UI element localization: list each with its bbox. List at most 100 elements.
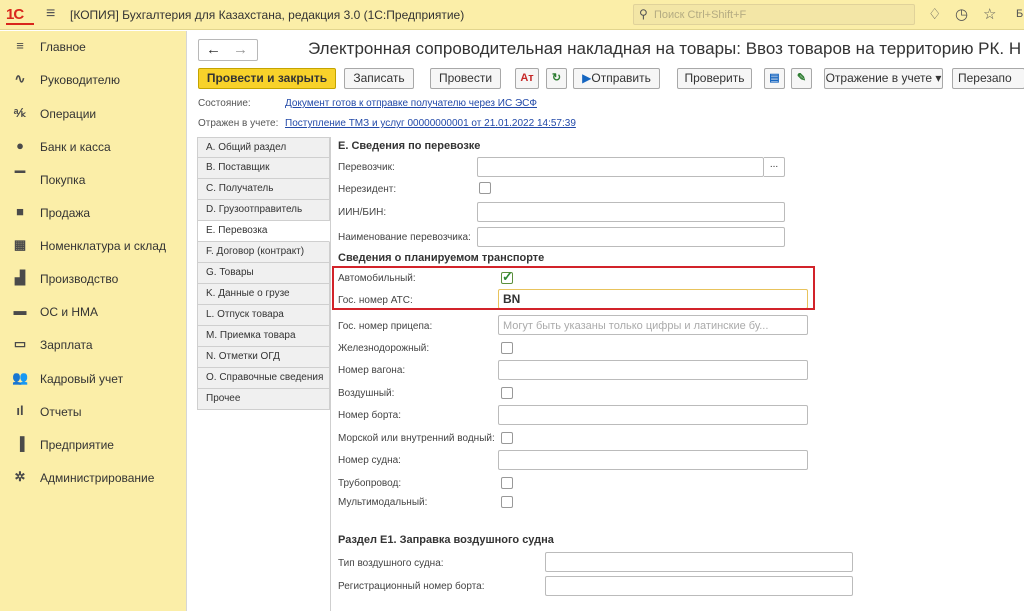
main-menu-icon[interactable]: ≡	[46, 5, 55, 23]
tab-other[interactable]: Прочее	[197, 389, 330, 410]
edit-pencil-icon[interactable]: ✎	[791, 68, 812, 89]
accounting-dropdown-button[interactable]: Отражение в учете ▾	[824, 68, 943, 89]
factory-icon: ▟	[15, 270, 25, 285]
sidebar-item-label: ОС и НМА	[40, 305, 99, 319]
board-field[interactable]	[498, 405, 808, 425]
reflected-link[interactable]: Поступление ТМЗ и услуг 00000000001 от 2…	[285, 118, 576, 129]
sidebar-item-operations[interactable]: ᵃ⁄ₖ Операции	[0, 102, 186, 126]
sidebar-item-reports[interactable]: ıl Отчеты	[0, 400, 186, 424]
search-input[interactable]	[654, 7, 909, 22]
sidebar-item-director[interactable]: ∿ Руководителю	[0, 68, 186, 92]
sidebar-item-bank[interactable]: ● Банк и касса	[0, 135, 186, 159]
air-checkbox[interactable]	[501, 387, 513, 399]
sidebar-item-salary[interactable]: ▭ Зарплата	[0, 333, 186, 357]
post-button[interactable]: Провести	[430, 68, 501, 89]
multimodal-label: Мультимодальный:	[338, 497, 428, 508]
tab-transport[interactable]: E. Перевозка	[197, 221, 330, 242]
wagon-field[interactable]	[498, 360, 808, 380]
trailer-label: Гос. номер прицепа:	[338, 321, 433, 332]
tab-reference[interactable]: O. Справочные сведения	[197, 368, 330, 389]
sidebar: ≡ Главное ∿ Руководителю ᵃ⁄ₖ Операции ● …	[0, 31, 186, 611]
wagon-label: Номер вагона:	[338, 365, 406, 376]
tab-general[interactable]: A. Общий раздел	[197, 137, 330, 158]
carrier-name-field[interactable]	[477, 227, 785, 247]
history-icon[interactable]: ◷	[955, 5, 968, 23]
trailer-field[interactable]	[498, 315, 808, 335]
refresh-icon[interactable]: ↻	[546, 68, 567, 89]
tab-recipient[interactable]: C. Получатель	[197, 179, 330, 200]
tab-acceptance[interactable]: M. Приемка товара	[197, 326, 330, 347]
logo-underline	[6, 23, 34, 25]
sidebar-item-assets[interactable]: ▬ ОС и НМА	[0, 300, 186, 324]
forward-arrow-icon[interactable]: →	[233, 41, 248, 58]
tab-cargo[interactable]: K. Данные о грузе	[197, 284, 330, 305]
vessel-field[interactable]	[498, 450, 808, 470]
sidebar-item-label: Администрирование	[40, 471, 155, 485]
carrier-field[interactable]	[477, 157, 764, 177]
gear-icon: ✲	[14, 469, 26, 484]
aircraft-type-field[interactable]	[545, 552, 853, 572]
carrier-name-label: Наименование перевозчика:	[338, 232, 471, 243]
save-button[interactable]: Записать	[344, 68, 414, 89]
trend-icon: ∿	[14, 71, 26, 86]
iin-field[interactable]	[477, 202, 785, 222]
sidebar-item-admin[interactable]: ✲ Администрирование	[0, 466, 186, 490]
vessel-label: Номер судна:	[338, 455, 401, 466]
app-logo: 1С	[6, 6, 24, 23]
page-title: Электронная сопроводительная накладная н…	[308, 39, 1022, 58]
nonresident-checkbox[interactable]	[479, 182, 491, 194]
sidebar-item-main[interactable]: ≡ Главное	[0, 35, 186, 59]
reorder-button[interactable]: Перезапо	[952, 68, 1024, 89]
report-icon: ıl	[16, 403, 24, 418]
form-divider	[330, 137, 331, 611]
document-form: ← → Электронная сопроводительная накладн…	[186, 31, 1024, 611]
truck-icon: ▬	[13, 303, 27, 318]
bell-icon[interactable]: ♢	[928, 5, 941, 23]
star-icon[interactable]: ☆	[983, 5, 996, 23]
tab-goods[interactable]: G. Товары	[197, 263, 330, 284]
sidebar-item-warehouse[interactable]: ▦ Номенклатура и склад	[0, 234, 186, 258]
tab-release[interactable]: L. Отпуск товара	[197, 305, 330, 326]
sidebar-item-purchase[interactable]: ▔ Покупка	[0, 168, 186, 192]
check-button[interactable]: Проверить	[677, 68, 752, 89]
user-name-clipped[interactable]: Б	[1016, 8, 1023, 20]
carrier-label: Перевозчик:	[338, 162, 395, 173]
tab-shipper[interactable]: D. Грузоотправитель	[197, 200, 330, 221]
state-link[interactable]: Документ готов к отправке получателю чер…	[285, 98, 537, 109]
sidebar-item-label: Производство	[40, 272, 119, 286]
sidebar-item-label: Банк и касса	[40, 140, 111, 154]
sidebar-item-label: Покупка	[40, 173, 86, 187]
multimodal-checkbox[interactable]	[501, 496, 513, 508]
search-icon: ⚲	[639, 7, 648, 21]
pipeline-checkbox[interactable]	[501, 477, 513, 489]
title-bar: 1С ≡ [КОПИЯ] Бухгалтерия для Казахстана,…	[0, 0, 1024, 30]
carrier-select-button[interactable]: ...	[764, 157, 785, 177]
state-label: Состояние:	[198, 98, 251, 109]
send-icon: ▶	[582, 71, 592, 85]
highlight-annotation	[332, 266, 815, 310]
tab-contract[interactable]: F. Договор (контракт)	[197, 242, 330, 263]
reg-number-field[interactable]	[545, 576, 853, 596]
sidebar-item-label: Номенклатура и склад	[40, 239, 166, 253]
sidebar-item-enterprise[interactable]: ▐ Предприятие	[0, 433, 186, 457]
rail-checkbox[interactable]	[501, 342, 513, 354]
sidebar-item-sales[interactable]: ■ Продажа	[0, 201, 186, 225]
air-label: Воздушный:	[338, 388, 395, 399]
tab-ogd-marks[interactable]: N. Отметки ОГД	[197, 347, 330, 368]
pipeline-label: Трубопровод:	[338, 478, 402, 489]
post-and-close-button[interactable]: Провести и закрыть	[198, 68, 336, 89]
sidebar-item-production[interactable]: ▟ Производство	[0, 267, 186, 291]
window-title: [КОПИЯ] Бухгалтерия для Казахстана, реда…	[70, 8, 465, 22]
global-search[interactable]: ⚲	[633, 4, 915, 25]
sea-checkbox[interactable]	[501, 432, 513, 444]
print-icon[interactable]: ▤	[764, 68, 785, 89]
send-button[interactable]: ▶Отправить	[573, 68, 660, 89]
warehouse-icon: ▦	[13, 237, 27, 252]
back-arrow-icon[interactable]: ←	[206, 41, 221, 58]
reg-number-label: Регистрационный номер борта:	[338, 581, 485, 592]
bag-icon: ■	[16, 204, 24, 219]
tab-supplier[interactable]: B. Поставщик	[197, 158, 330, 179]
reflected-label: Отражен в учете:	[198, 118, 279, 129]
sidebar-item-hr[interactable]: 👥 Кадровый учет	[0, 367, 186, 391]
journal-icon[interactable]: Ат	[515, 68, 539, 89]
